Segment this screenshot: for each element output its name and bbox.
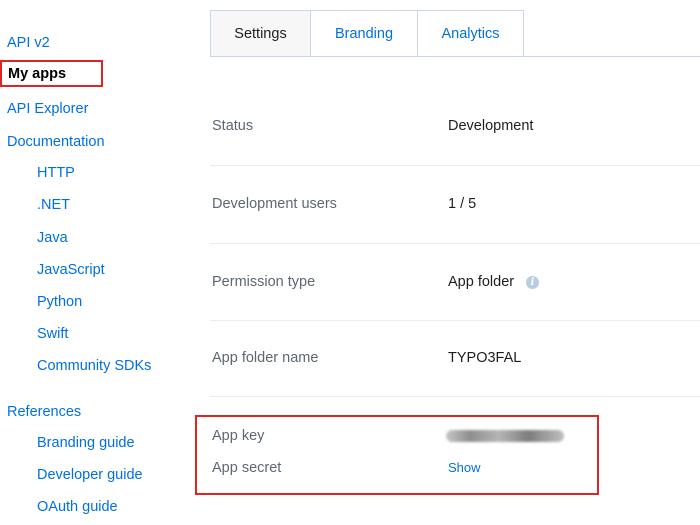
tab-label: Settings (234, 26, 287, 42)
row-divider (210, 165, 700, 166)
show-secret-link[interactable]: Show (448, 460, 481, 475)
app-folder-name-value: TYPO3FAL (448, 350, 522, 366)
app-key-value-redacted (446, 430, 564, 442)
row-divider (210, 396, 700, 397)
sidebar-item-references[interactable]: References (7, 403, 81, 421)
app-secret-label: App secret (212, 460, 282, 476)
dev-users-value: 1 / 5 (448, 196, 477, 212)
row-divider (210, 243, 700, 244)
app-key-label: App key (212, 428, 265, 444)
dev-users-label: Development users (212, 196, 337, 212)
sidebar-item-api-v2[interactable]: API v2 (7, 34, 50, 52)
tab-analytics[interactable]: Analytics (417, 10, 524, 57)
sidebar-doc-java[interactable]: Java (37, 229, 68, 247)
sidebar-nav: API v2 My apps API Explorer Documentatio… (0, 0, 190, 525)
sidebar-ref-developer-guide[interactable]: Developer guide (37, 466, 143, 484)
sidebar-item-my-apps[interactable]: My apps (0, 60, 103, 87)
permission-type-value: App folder (448, 274, 515, 290)
tab-baseline-divider (210, 56, 700, 57)
sidebar-doc-python[interactable]: Python (37, 293, 82, 311)
tab-branding[interactable]: Branding (310, 10, 418, 57)
sidebar-ref-branding-guide[interactable]: Branding guide (37, 434, 135, 452)
sidebar-doc-dotnet[interactable]: .NET (37, 196, 70, 214)
tab-settings[interactable]: Settings (210, 10, 311, 57)
tab-label: Branding (334, 26, 394, 42)
info-icon[interactable]: i (526, 276, 539, 289)
sidebar-doc-http[interactable]: HTTP (37, 164, 75, 182)
sidebar-doc-swift[interactable]: Swift (37, 325, 68, 343)
permission-type-label: Permission type (212, 274, 316, 290)
tab-label: Analytics (441, 26, 500, 42)
sidebar-doc-javascript[interactable]: JavaScript (37, 261, 105, 279)
row-divider (210, 320, 700, 321)
sidebar-item-api-explorer[interactable]: API Explorer (7, 100, 88, 118)
sidebar-ref-oauth-guide[interactable]: OAuth guide (37, 498, 118, 516)
sidebar-doc-community-sdks[interactable]: Community SDKs (37, 357, 151, 375)
status-label: Status (212, 118, 254, 134)
credentials-highlight (195, 415, 599, 495)
status-value: Development (448, 118, 534, 134)
app-folder-name-label: App folder name (212, 350, 319, 366)
sidebar-item-documentation[interactable]: Documentation (7, 133, 105, 151)
sidebar-item-label: My apps (8, 65, 67, 82)
